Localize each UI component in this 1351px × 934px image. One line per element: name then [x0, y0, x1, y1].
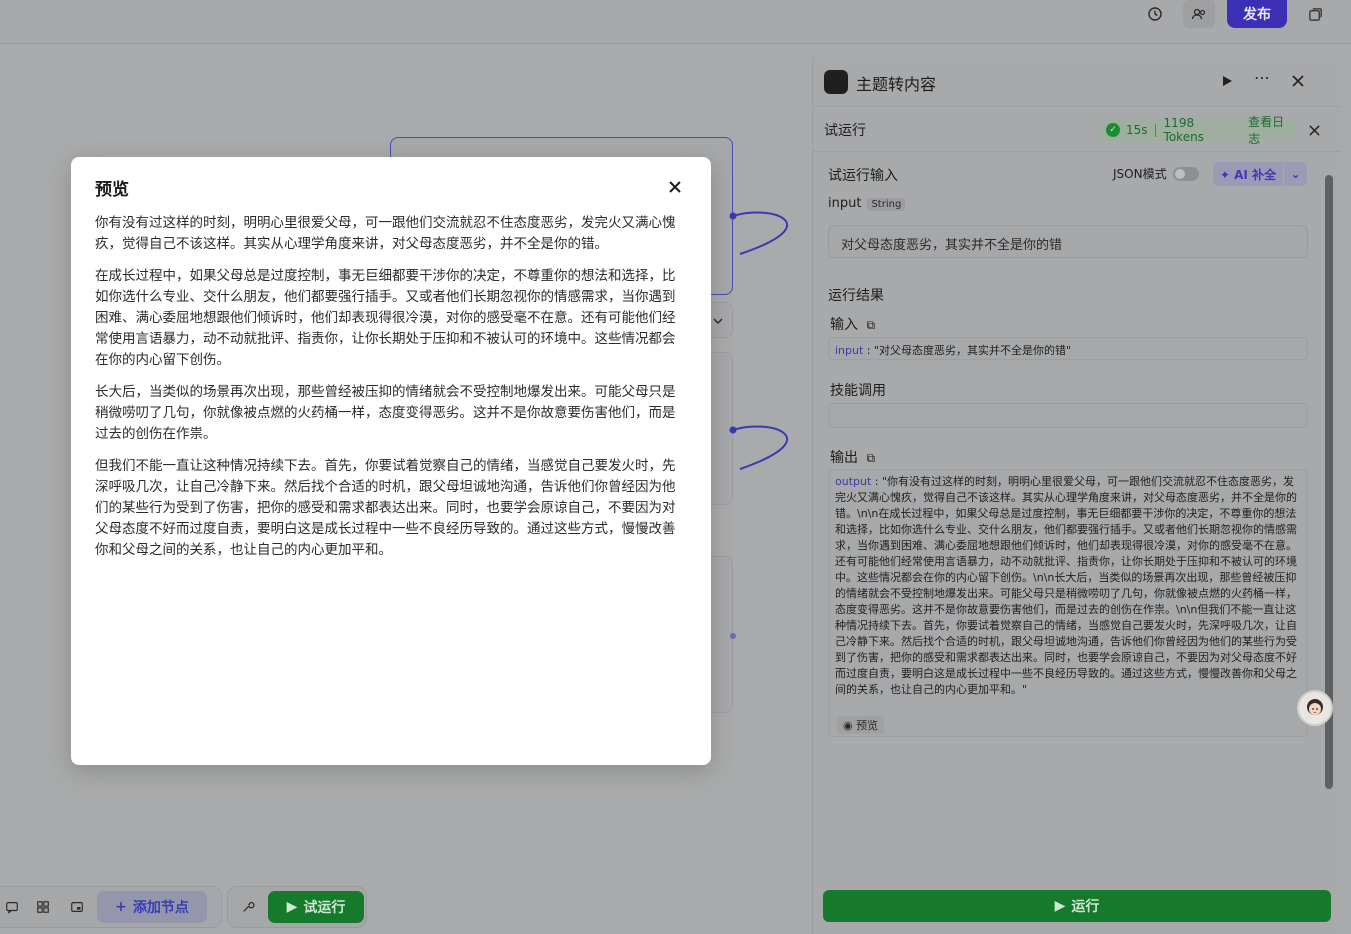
copy-icon[interactable]: ⧉	[866, 318, 875, 332]
copy-icon[interactable]: ⧉	[866, 451, 875, 465]
chevron-down-icon[interactable]: ⌄	[1283, 162, 1307, 186]
result-title: 运行结果	[828, 288, 884, 304]
input-field-name: input	[828, 196, 862, 211]
sparkle-icon: ✦	[1219, 167, 1235, 182]
close-icon[interactable]	[665, 177, 685, 197]
trial-run-label: 试运行	[303, 900, 346, 916]
assistant-avatar-icon[interactable]	[1297, 690, 1333, 726]
json-mode-toggle[interactable]: JSON模式	[1113, 165, 1199, 182]
ai-complete-button[interactable]: ✦ AI 补全 ⌄	[1213, 162, 1307, 186]
minimap-icon[interactable]	[66, 896, 88, 918]
comment-icon[interactable]	[1, 896, 23, 918]
top-bar: 发布	[0, 0, 1351, 44]
run-duration: 15s	[1125, 123, 1148, 137]
node-test-panel: 主题转内容 ⋯ 试运行 ✓ 15s | 1198 Tokens 查看日志 试运行…	[812, 58, 1340, 934]
wrench-icon[interactable]	[237, 896, 259, 918]
play-icon: ▶	[286, 899, 298, 915]
modal-paragraph: 长大后，当类似的场景再次出现，那些曾经被压抑的情绪就会不受控制地爆发出来。可能父…	[95, 384, 676, 442]
history-icon[interactable]	[1139, 0, 1171, 28]
play-icon[interactable]	[1220, 73, 1234, 92]
add-node-label: 添加节点	[132, 900, 189, 916]
modal-paragraph: 但我们不能一直让这种情况持续下去。首先，你要试着觉察自己的情绪，当感觉自己要发火…	[95, 458, 676, 558]
success-check-icon: ✓	[1106, 123, 1120, 137]
result-input-label: 输入 ⧉	[830, 317, 876, 333]
ai-complete-label: AI 补全	[1234, 167, 1277, 182]
type-tag: String	[867, 198, 906, 211]
modal-paragraph: 在成长过程中，如果父母总是过度控制，事无巨细都要干涉你的决定，不尊重你的想法和选…	[95, 268, 676, 368]
input-field-label: input String	[828, 196, 906, 211]
view-log-link[interactable]: 查看日志	[1248, 113, 1296, 147]
copy-window-icon[interactable]	[1299, 0, 1331, 28]
agent-logo-icon	[824, 70, 848, 94]
trial-run-bar: 试运行 ✓ 15s | 1198 Tokens 查看日志	[813, 106, 1340, 152]
panel-title: 主题转内容	[856, 75, 937, 94]
play-icon: ▶	[1054, 898, 1066, 914]
run-label: 运行	[1071, 899, 1100, 915]
modal-title: 预览	[95, 180, 129, 200]
plus-icon: +	[115, 899, 127, 915]
run-button[interactable]: ▶ 运行	[823, 890, 1331, 922]
trial-run-title: 试运行	[824, 123, 866, 139]
collaborators-icon[interactable]	[1183, 0, 1215, 28]
preview-modal: 预览 你有没有过这样的时刻，明明心里很爱父母，可一跟他们交流就忍不住态度恶劣，发…	[71, 157, 711, 765]
trial-run-button[interactable]: ▶ 试运行	[268, 891, 364, 923]
publish-button[interactable]: 发布	[1227, 0, 1287, 28]
modal-paragraph: 你有没有过这样的时刻，明明心里很爱父母，可一跟他们交流就忍不住态度恶劣，发完火又…	[95, 215, 676, 252]
input-value-field[interactable]: 对父母态度恶劣，其实并不全是你的错	[828, 225, 1308, 258]
canvas-toolbar: + 添加节点	[0, 886, 222, 928]
toggle-switch[interactable]	[1172, 166, 1199, 181]
close-trial-icon[interactable]	[1308, 122, 1321, 141]
skill-call-value	[828, 403, 1308, 428]
modal-content: 你有没有过这样的时刻，明明心里很爱父母，可一跟他们交流就忍不住态度恶劣，发完火又…	[95, 213, 687, 572]
skill-call-label: 技能调用	[830, 383, 886, 399]
run-tokens: 1198 Tokens	[1163, 116, 1204, 144]
run-status-badge: ✓ 15s | 1198 Tokens 查看日志	[1100, 115, 1296, 146]
json-mode-label: JSON模式	[1113, 167, 1167, 181]
result-input-value: input : "对父母态度恶劣，其实并不全是你的错"	[828, 337, 1308, 360]
grid-icon[interactable]	[32, 896, 54, 918]
panel-header: 主题转内容 ⋯	[813, 58, 1340, 106]
more-icon[interactable]: ⋯	[1254, 68, 1270, 87]
eye-icon: ◉	[843, 719, 857, 732]
run-toolbar: ▶ 试运行	[227, 886, 367, 928]
result-output-label: 输出 ⧉	[830, 450, 876, 466]
trial-input-title: 试运行输入	[828, 168, 898, 184]
add-node-button[interactable]: + 添加节点	[97, 891, 207, 923]
preview-button[interactable]: ◉ 预览	[837, 716, 885, 734]
result-output-value: output : "你有没有过这样的时刻，明明心里很爱父母，可一跟他们交流就忍不…	[828, 469, 1308, 737]
close-icon[interactable]	[1291, 73, 1305, 92]
